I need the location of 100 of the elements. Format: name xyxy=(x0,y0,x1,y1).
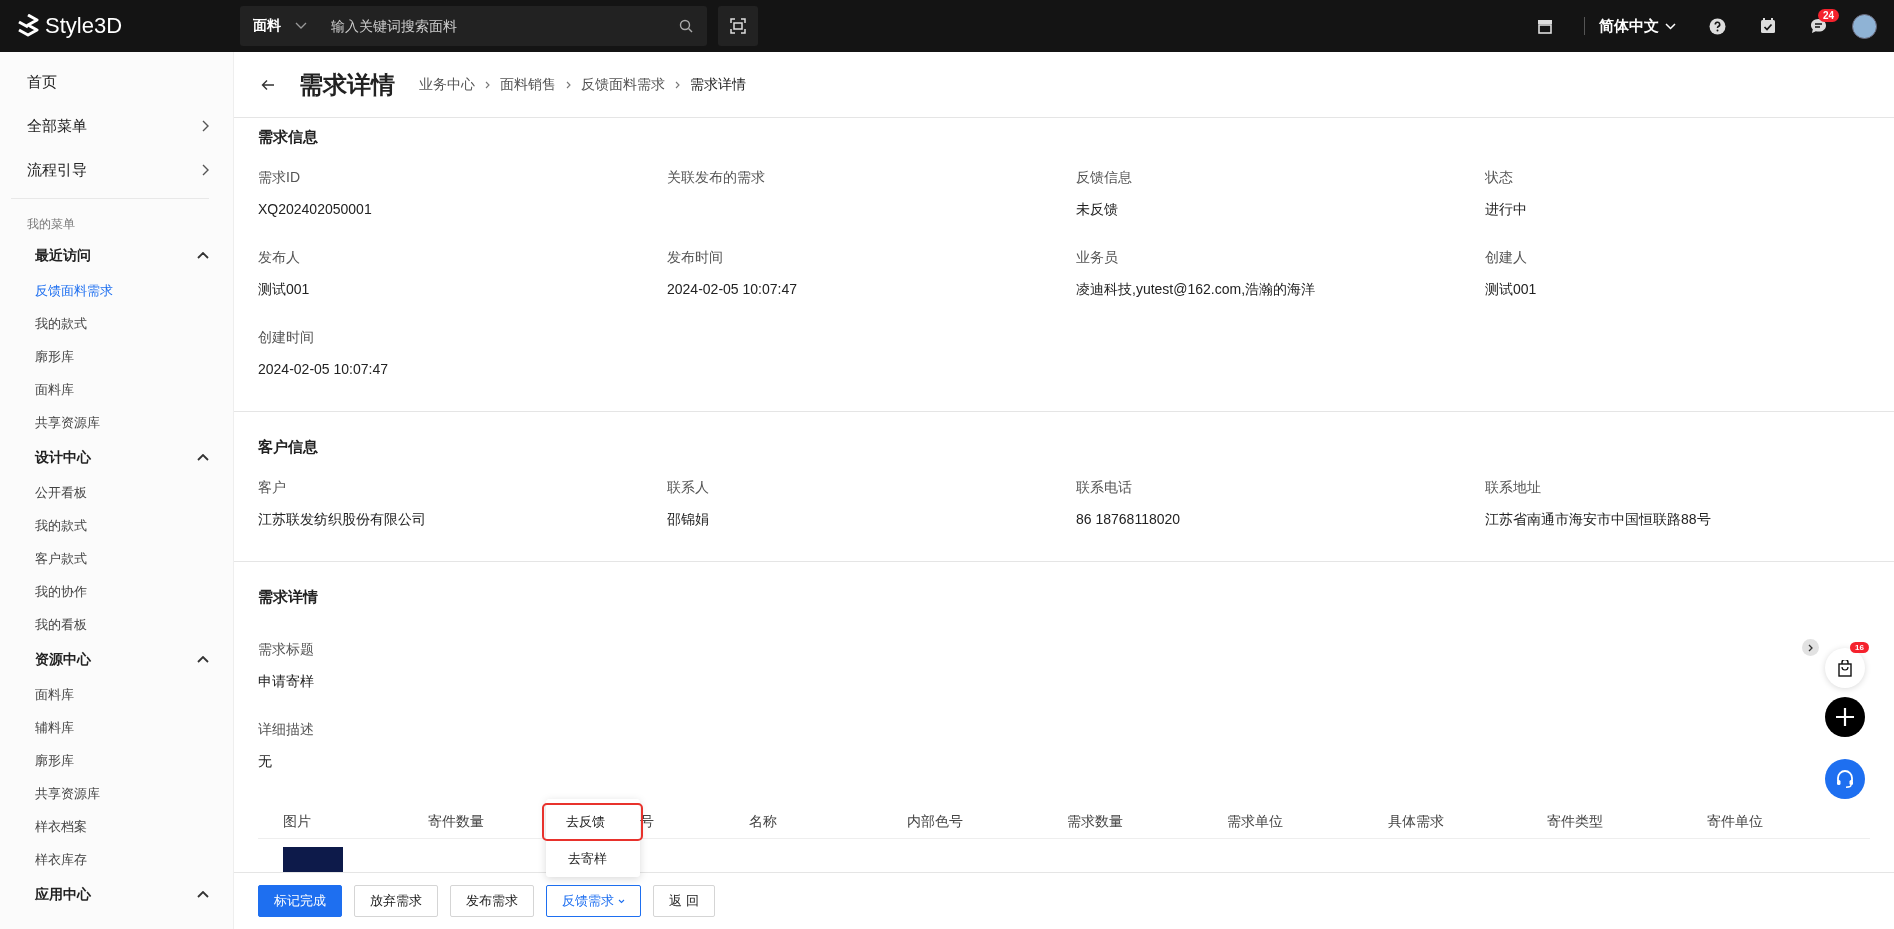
field-value: 进行中 xyxy=(1485,200,1528,219)
logo-text: Style3D xyxy=(45,13,123,39)
field-label: 创建时间 xyxy=(258,328,315,347)
action-button[interactable]: 发布需求 xyxy=(450,885,534,917)
field-value: 86 18768118020 xyxy=(1076,510,1182,529)
cart-badge: 16 xyxy=(1850,642,1869,653)
menu-group-header[interactable]: 资源中心 xyxy=(0,641,233,678)
column-header: 具体需求 xyxy=(1388,813,1444,831)
column-header: 名称 xyxy=(749,813,777,831)
menu-item[interactable]: 去寄样 xyxy=(546,841,640,873)
column-header: 寄件数量 xyxy=(428,813,484,831)
menu-group-header[interactable]: 应用中心 xyxy=(0,876,233,913)
field-label: 需求ID xyxy=(258,168,301,187)
chevron-right-icon xyxy=(485,80,490,89)
sidebar-item[interactable]: 共享资源库 xyxy=(0,777,233,810)
sidebar-item[interactable]: 反馈面料需求 xyxy=(0,274,233,307)
column-header: 需求数量 xyxy=(1067,813,1123,831)
sidebar-item[interactable]: 共享资源库 xyxy=(0,406,233,439)
field-label: 创建人 xyxy=(1485,248,1528,267)
section-title: 需求详情 xyxy=(258,588,319,607)
field-value: 2024-02-05 10:07:47 xyxy=(258,360,389,379)
sidebar-item[interactable]: 样衣库存 xyxy=(0,843,233,876)
sidebar-item[interactable]: 客户款式 xyxy=(0,542,233,575)
shopping-bag-icon xyxy=(1838,659,1852,677)
column-header: 寄件单位 xyxy=(1707,813,1763,831)
field-value: 邵锦娟 xyxy=(667,510,710,529)
chevron-right-icon xyxy=(202,120,209,132)
sidebar-item[interactable]: 我的款式 xyxy=(0,307,233,340)
field-label: 关联发布的需求 xyxy=(667,168,766,187)
sidebar-item[interactable]: 公开看板 xyxy=(0,476,233,509)
sidebar-item[interactable]: 面料库 xyxy=(0,678,233,711)
help-icon[interactable] xyxy=(1709,17,1726,35)
chat-icon[interactable] xyxy=(1810,18,1827,34)
cart-button[interactable] xyxy=(1825,648,1865,688)
calendar-check-icon[interactable] xyxy=(1760,18,1776,34)
section-label: 我的菜单 xyxy=(26,216,76,233)
field-label: 联系地址 xyxy=(1485,478,1542,497)
field-label: 发布人 xyxy=(258,248,301,267)
field-value: 凌迪科技,yutest@162.com,浩瀚的海洋 xyxy=(1076,280,1317,299)
field-value: 测试001 xyxy=(1485,280,1538,299)
column-header: 内部色号 xyxy=(907,813,963,831)
logo-icon xyxy=(17,14,39,38)
sidebar-item[interactable]: 我的款式 xyxy=(0,509,233,542)
field-label: 反馈信息 xyxy=(1076,168,1133,187)
field-label: 状态 xyxy=(1485,168,1514,187)
sidebar-item[interactable]: 辅料库 xyxy=(0,711,233,744)
page-title: 需求详情 xyxy=(299,69,395,100)
search-field[interactable]: 面料 输入关键词搜索面料 xyxy=(240,6,707,46)
language-selector[interactable]: 简体中文 xyxy=(1599,16,1676,36)
field-label: 需求标题 xyxy=(258,640,314,659)
field-value: 江苏联发纺织股份有限公司 xyxy=(258,510,427,529)
scan-button[interactable] xyxy=(718,6,758,46)
sidebar-item[interactable]: 样衣档案 xyxy=(0,810,233,843)
sidebar-item[interactable]: 首页 xyxy=(0,60,233,104)
field-value: 测试001 xyxy=(258,280,311,299)
column-header: 寄件类型 xyxy=(1547,813,1603,831)
headset-icon xyxy=(1836,770,1854,788)
column-header: 需求单位 xyxy=(1227,813,1283,831)
sidebar-item[interactable]: 面料库 xyxy=(0,373,233,406)
sidebar-item[interactable]: 我的协作 xyxy=(0,575,233,608)
action-button[interactable]: 标记完成 xyxy=(258,885,342,917)
breadcrumb-link[interactable]: 面料销售 xyxy=(500,75,556,94)
support-button[interactable] xyxy=(1825,759,1865,799)
chevron-right-icon xyxy=(675,80,680,89)
section-title: 客户信息 xyxy=(258,438,319,457)
menu-group-header[interactable]: 设计中心 xyxy=(0,439,233,476)
scan-icon xyxy=(730,18,746,34)
plus-icon xyxy=(1836,708,1854,726)
field-label: 发布时间 xyxy=(667,248,724,267)
sidebar-item[interactable]: 流程引导 xyxy=(0,148,233,192)
field-value: 无 xyxy=(258,752,272,771)
field-label: 业务员 xyxy=(1076,248,1119,267)
sidebar-item[interactable]: 全部菜单 xyxy=(0,104,233,148)
chevron-down-icon xyxy=(1665,22,1676,30)
store-icon[interactable] xyxy=(1537,18,1553,34)
chevron-down-icon xyxy=(295,22,307,30)
search-icon[interactable] xyxy=(679,19,693,33)
field-value: XQ202402050001 xyxy=(258,200,373,219)
sidebar-item[interactable]: 廓形库 xyxy=(0,744,233,777)
sidebar-item[interactable]: 廓形库 xyxy=(0,340,233,373)
breadcrumb-link[interactable]: 业务中心 xyxy=(419,75,475,94)
field-label: 详细描述 xyxy=(258,720,314,739)
dropdown-button[interactable]: 反馈需求 xyxy=(546,885,641,917)
add-button[interactable] xyxy=(1825,697,1865,737)
avatar[interactable] xyxy=(1852,13,1877,39)
notification-badge: 24 xyxy=(1818,9,1840,22)
field-value: 江苏省南通市海安市中国恒联路88号 xyxy=(1485,510,1712,529)
section-title: 需求信息 xyxy=(258,128,319,147)
search-scope-dropdown[interactable]: 面料 xyxy=(253,17,307,35)
column-header: 图片 xyxy=(283,813,311,831)
expand-button[interactable] xyxy=(1802,639,1819,656)
action-button[interactable]: 放弃需求 xyxy=(354,885,438,917)
menu-item[interactable]: 去反馈 xyxy=(542,803,643,841)
field-label: 联系人 xyxy=(667,478,710,497)
breadcrumb-link[interactable]: 反馈面料需求 xyxy=(581,75,665,94)
field-value: 2024-02-05 10:07:47 xyxy=(667,280,798,299)
menu-group-header[interactable]: 最近访问 xyxy=(0,237,233,274)
action-button[interactable]: 返 回 xyxy=(653,885,715,917)
sidebar-item[interactable]: 我的看板 xyxy=(0,608,233,641)
back-arrow-icon[interactable] xyxy=(261,78,275,91)
